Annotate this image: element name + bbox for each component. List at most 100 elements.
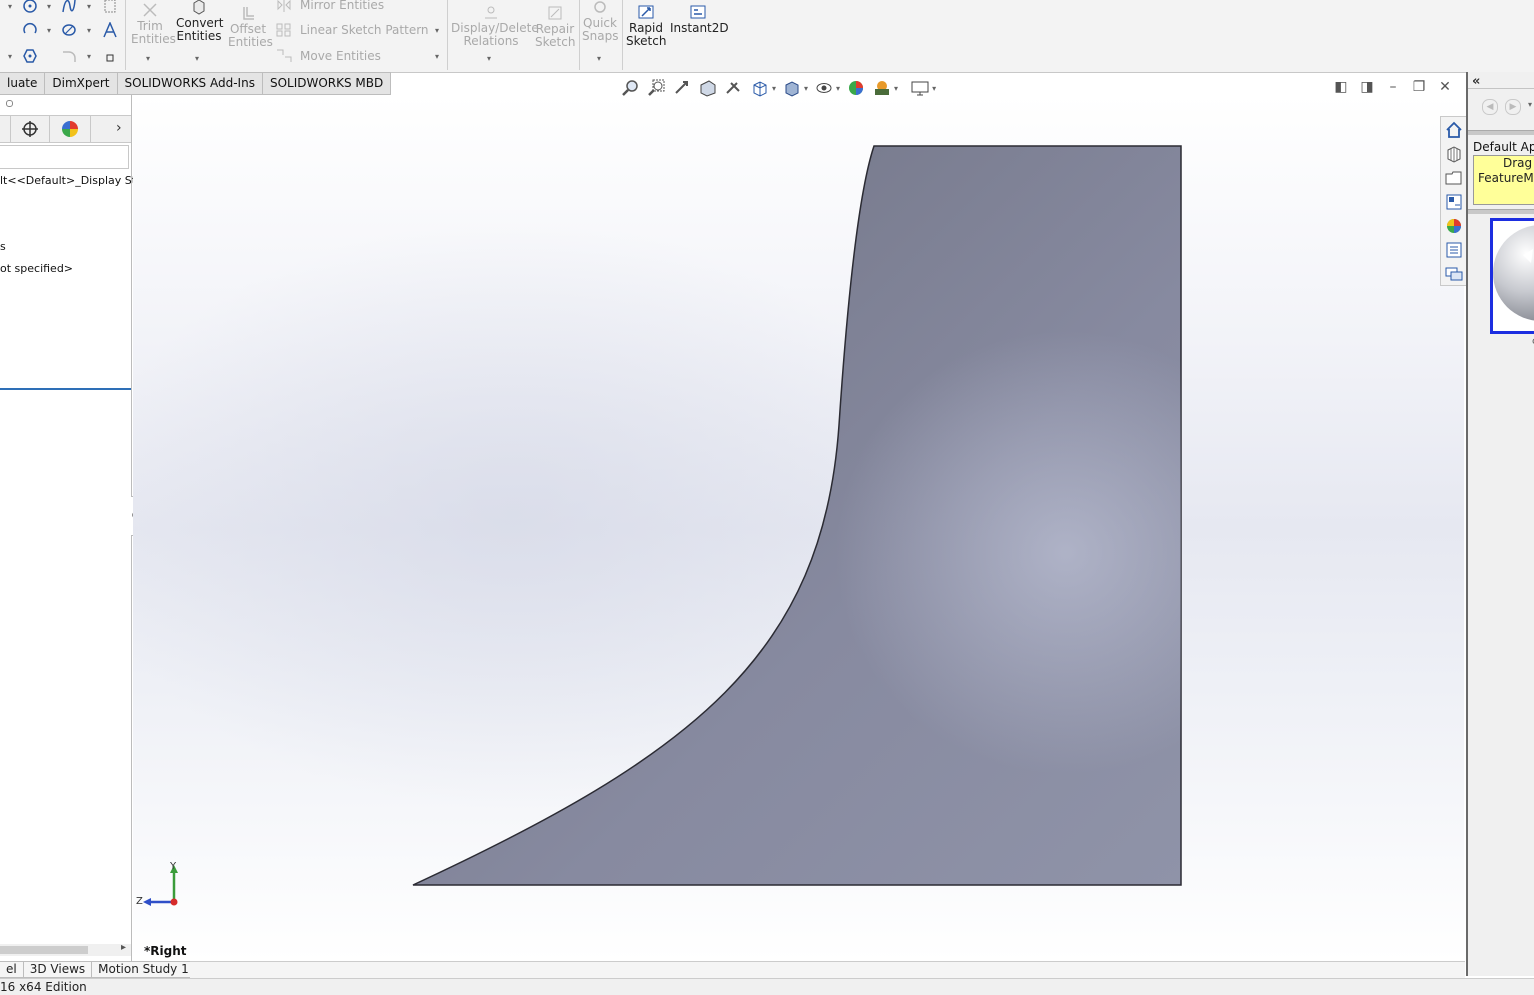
- view-palette-icon[interactable]: [1445, 193, 1463, 211]
- panel-grip-icon[interactable]: [6, 100, 13, 107]
- move-label: Move Entities: [300, 49, 381, 63]
- chevron-down-icon[interactable]: ▾: [772, 84, 776, 93]
- fillet-tool-icon[interactable]: [61, 48, 77, 64]
- move-entities-button[interactable]: Move Entities: [276, 49, 381, 63]
- text-tool-icon[interactable]: [102, 22, 118, 38]
- forum-icon[interactable]: [1445, 265, 1463, 283]
- chevron-down-icon[interactable]: ▾: [1528, 100, 1532, 109]
- tree-horizontal-scrollbar[interactable]: ▸: [0, 942, 131, 956]
- scroll-right-icon[interactable]: ▸: [121, 942, 126, 953]
- custom-properties-icon[interactable]: [1445, 241, 1463, 259]
- graphics-area[interactable]: Y Z *Right: [133, 95, 1464, 961]
- chevron-right-icon[interactable]: ›: [116, 120, 122, 136]
- view-settings-button[interactable]: [910, 79, 930, 97]
- part-highlight: [413, 146, 1181, 885]
- view-orientation-label: *Right: [144, 944, 187, 958]
- chevron-down-icon[interactable]: ▾: [836, 84, 840, 93]
- instant2d-icon: [690, 5, 706, 19]
- chevron-down-icon[interactable]: ▾: [87, 52, 91, 61]
- ellipse-tool-icon[interactable]: [61, 22, 77, 38]
- chevron-down-icon[interactable]: ▾: [47, 2, 51, 11]
- trim-entities-button[interactable]: Trim Entities: [131, 2, 176, 46]
- chevron-down-icon[interactable]: ▾: [87, 2, 91, 11]
- tree-item-sensors[interactable]: s: [0, 240, 6, 253]
- tab-motion-study-1[interactable]: Motion Study 1: [92, 961, 196, 978]
- polygon-tool-icon[interactable]: [22, 48, 38, 64]
- display-delete-relations-button[interactable]: Display/Delete Relations: [451, 4, 539, 48]
- mirror-label: Mirror Entities: [300, 0, 385, 12]
- tree-item-material[interactable]: ot specified>: [0, 262, 73, 275]
- convert-entities-button[interactable]: Convert Entities: [176, 0, 223, 43]
- rollback-bar[interactable]: [0, 388, 131, 390]
- mirror-entities-button[interactable]: Mirror Entities: [276, 0, 384, 12]
- quick-snaps-button[interactable]: Quick Snaps: [582, 0, 618, 43]
- restore-icon[interactable]: ❐: [1412, 79, 1426, 95]
- display-style-button[interactable]: [782, 79, 802, 97]
- command-manager-tabs: luate DimXpert SOLIDWORKS Add-Ins SOLIDW…: [0, 72, 392, 95]
- view-orientation-button[interactable]: [750, 79, 770, 97]
- edit-appearance-button[interactable]: [846, 79, 866, 97]
- chevron-down-icon[interactable]: ▾: [8, 2, 12, 11]
- tab-solidworks-mbd[interactable]: SOLIDWORKS MBD: [262, 72, 392, 95]
- tab-dim-xpert-manager[interactable]: [11, 116, 50, 142]
- arc-tool-icon[interactable]: [22, 22, 38, 38]
- model-view-tabs: el 3D Views Motion Study 1: [0, 961, 196, 978]
- chevron-down-icon[interactable]: ▾: [47, 26, 51, 35]
- tab-solidworks-add-ins[interactable]: SOLIDWORKS Add-Ins: [117, 72, 263, 95]
- linear-pattern-icon: [276, 23, 291, 37]
- appearance-thumbnail[interactable]: [1490, 218, 1534, 334]
- design-library-icon[interactable]: [1445, 145, 1463, 163]
- repair-label-2: Sketch: [535, 35, 576, 49]
- section-view-button[interactable]: [698, 79, 718, 97]
- plane-tool-icon[interactable]: [102, 0, 118, 14]
- tab-model[interactable]: el: [0, 961, 24, 978]
- chevron-down-icon[interactable]: ▾: [435, 26, 439, 35]
- tree-filter-input[interactable]: [0, 145, 129, 169]
- chevron-down-icon[interactable]: ▾: [597, 54, 601, 63]
- split-right-icon[interactable]: ◨: [1360, 79, 1374, 95]
- chevron-down-icon[interactable]: ▾: [8, 52, 12, 61]
- instant2d-button[interactable]: Instant2D: [670, 4, 729, 35]
- chevron-down-icon[interactable]: ▾: [487, 54, 491, 63]
- chevron-down-icon[interactable]: ▾: [894, 84, 898, 93]
- chevron-down-icon[interactable]: ▾: [932, 84, 936, 93]
- chevron-down-icon[interactable]: ▾: [146, 54, 150, 63]
- offset-entities-icon: [243, 7, 254, 20]
- offset-label-1: Offset: [229, 22, 267, 36]
- split-left-icon[interactable]: ◧: [1334, 79, 1348, 95]
- apply-scene-button[interactable]: [872, 79, 892, 97]
- chevron-down-icon[interactable]: ▾: [87, 26, 91, 35]
- tab-evaluate[interactable]: luate: [0, 72, 46, 95]
- zoom-to-fit-button[interactable]: [620, 79, 640, 97]
- chevron-down-icon[interactable]: ▾: [804, 84, 808, 93]
- tab-3d-views[interactable]: 3D Views: [23, 961, 93, 978]
- point-tool-icon[interactable]: [102, 50, 118, 66]
- tab-feature-manager[interactable]: [0, 116, 11, 142]
- zoom-to-area-button[interactable]: [646, 79, 666, 97]
- offset-label-2: Entities: [228, 35, 273, 49]
- spline-tool-icon[interactable]: [61, 0, 77, 14]
- scrollbar-thumb[interactable]: [0, 946, 88, 954]
- tab-dimxpert[interactable]: DimXpert: [45, 72, 118, 95]
- close-icon[interactable]: ✕: [1438, 79, 1452, 95]
- back-icon[interactable]: ◀: [1482, 99, 1498, 115]
- forward-icon[interactable]: ▶: [1505, 99, 1521, 115]
- chevron-down-icon[interactable]: ▾: [435, 52, 439, 61]
- offset-entities-button[interactable]: Offset Entities: [228, 5, 273, 49]
- collapse-task-pane-icon[interactable]: «: [1472, 74, 1480, 89]
- tree-item-config[interactable]: lt<<Default>_Display Sta: [0, 174, 143, 187]
- home-icon[interactable]: [1445, 121, 1463, 139]
- minimize-icon[interactable]: –: [1386, 79, 1400, 95]
- repair-sketch-button[interactable]: Repair Sketch: [535, 5, 575, 49]
- instant2d-label: Instant2D: [670, 21, 729, 35]
- chevron-down-icon[interactable]: ▾: [195, 54, 199, 63]
- circle-tool-icon[interactable]: [22, 0, 38, 14]
- file-explorer-icon[interactable]: [1445, 169, 1463, 187]
- appearances-icon[interactable]: [1445, 217, 1463, 235]
- hide-show-items-button[interactable]: [814, 79, 834, 97]
- dynamic-annotation-button[interactable]: [724, 79, 744, 97]
- tab-display-manager[interactable]: [50, 116, 91, 142]
- previous-view-button[interactable]: [672, 79, 692, 97]
- rapid-sketch-button[interactable]: Rapid Sketch: [626, 4, 666, 48]
- linear-sketch-pattern-button[interactable]: Linear Sketch Pattern: [276, 23, 429, 37]
